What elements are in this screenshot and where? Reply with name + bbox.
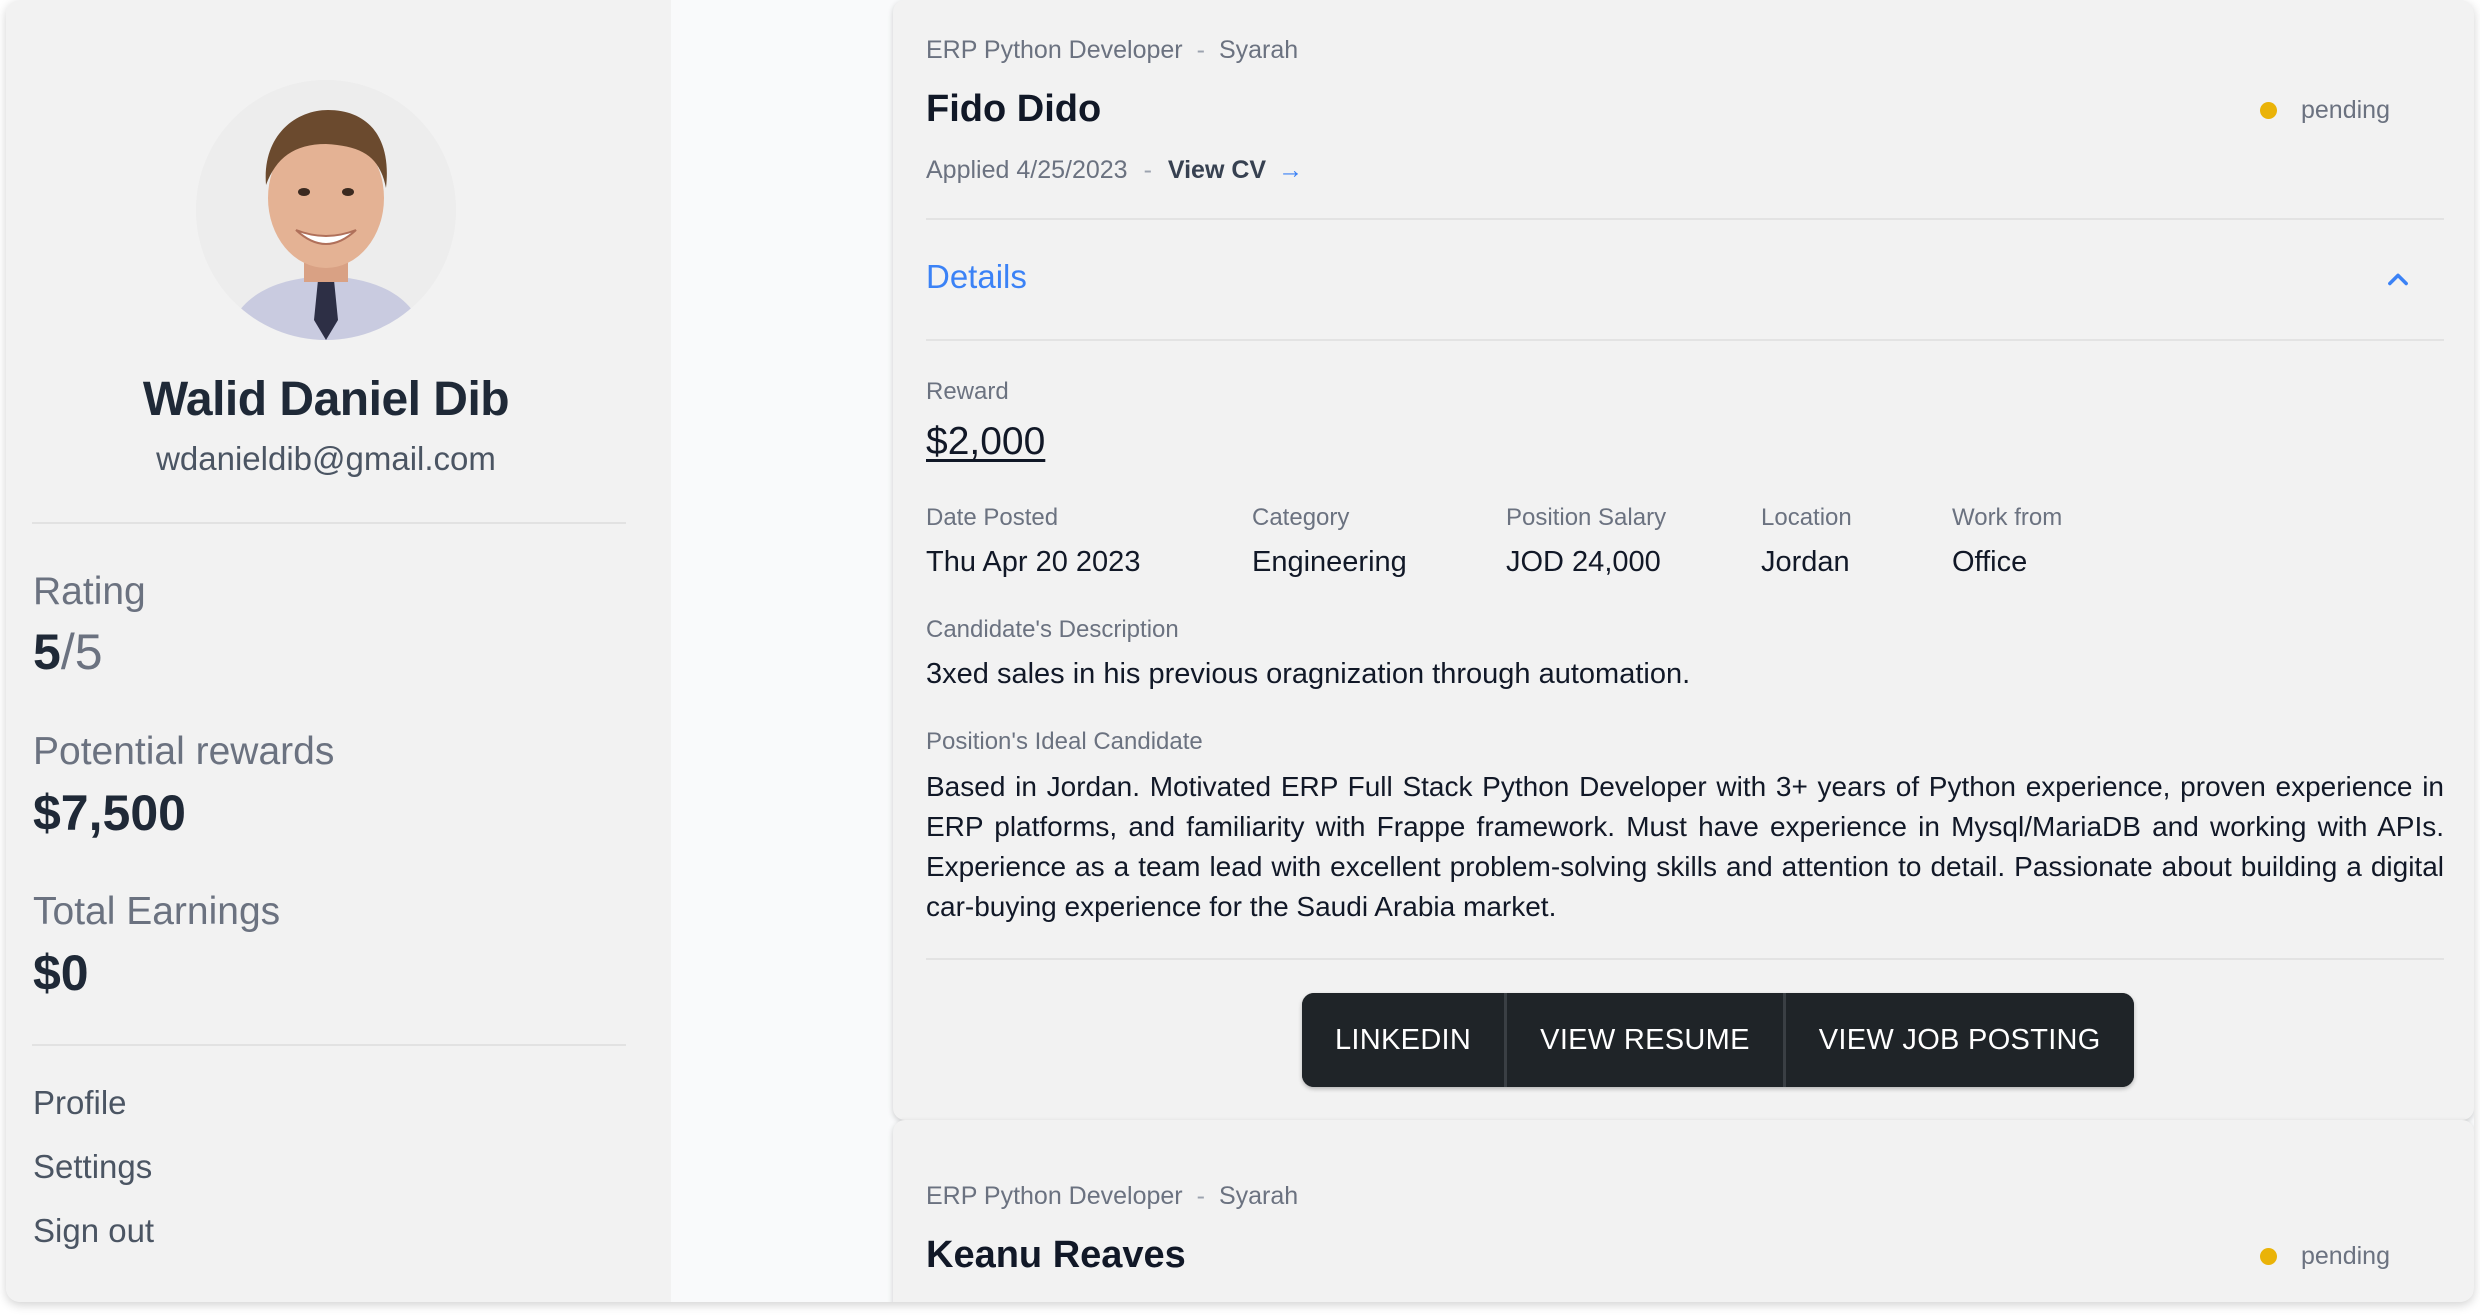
profile-sidebar: Walid Daniel Dib wdanieldib@gmail.com Ra… (6, 0, 671, 1302)
work-from-label: Work from (1952, 504, 2063, 531)
rewards-label: Potential rewards (33, 730, 335, 773)
divider (926, 218, 2444, 220)
separator: - (1143, 156, 1152, 184)
date-posted-value: Thu Apr 20 2023 (926, 546, 1141, 578)
sign-out-link[interactable]: Sign out (33, 1212, 154, 1250)
applied-date: Applied 4/25/2023 (926, 156, 1128, 184)
category-label: Category (1252, 504, 1350, 531)
candidate-name: Fido Dido (926, 88, 1102, 130)
divider (926, 339, 2444, 341)
chevron-up-icon[interactable] (2384, 266, 2412, 294)
rating-value: 5/5 (33, 623, 103, 681)
company-name: Syarah (1218, 1182, 1299, 1210)
rating-label: Rating (33, 570, 146, 613)
candidate-description-label: Candidate's Description (926, 616, 1179, 643)
status-dot-icon (2260, 1248, 2277, 1265)
candidate-description: 3xed sales in his previous oragnization … (926, 658, 1691, 690)
job-meta: ERP Python Developer - Syarah (926, 36, 1298, 65)
ideal-candidate-label: Position's Ideal Candidate (926, 728, 1203, 755)
job-meta: ERP Python Developer - Syarah (926, 1182, 1298, 1211)
work-from-value: Office (1952, 546, 2028, 578)
status-text: pending (2301, 96, 2390, 124)
category-value: Engineering (1252, 546, 1407, 578)
divider (32, 1044, 626, 1046)
view-resume-button[interactable]: VIEW RESUME (1504, 993, 1783, 1087)
application-card: ERP Python Developer - Syarah Keanu Reaves… (893, 1120, 2474, 1302)
separator: - (1196, 36, 1205, 64)
reward-value: $2,000 (926, 420, 1046, 463)
status-badge: pending (2260, 96, 2390, 125)
status-dot-icon (2260, 102, 2277, 119)
rating-max: /5 (60, 624, 103, 680)
job-title: ERP Python Developer (926, 1182, 1183, 1210)
job-title: ERP Python Developer (926, 36, 1183, 64)
arrow-right-icon: → (1278, 156, 1304, 184)
reward-label: Reward (926, 378, 1009, 405)
profile-email: wdanieldib@gmail.com (156, 440, 496, 477)
divider (32, 522, 626, 524)
application-card: ERP Python Developer - Syarah Fido Dido pe… (893, 0, 2474, 1120)
profile-name: Walid Daniel Dib (142, 373, 510, 426)
separator: - (1196, 1182, 1205, 1210)
date-posted-label: Date Posted (926, 504, 1059, 531)
earnings-value: $0 (33, 945, 89, 1001)
settings-link[interactable]: Settings (33, 1148, 152, 1186)
view-cv-label: View CV (1167, 156, 1267, 184)
ideal-candidate-text: Based in Jordan. Motivated ERP Full Stac… (926, 771, 2444, 922)
view-job-posting-button[interactable]: VIEW JOB POSTING (1782, 993, 2134, 1087)
profile-link[interactable]: Profile (33, 1084, 127, 1122)
status-text: pending (2301, 1242, 2390, 1270)
rating-score: 5 (33, 624, 61, 680)
earnings-label: Total Earnings (33, 890, 281, 933)
position-salary-value: JOD 24,000 (1506, 546, 1661, 578)
applied-row: Applied 4/25/2023 - View CV → (926, 156, 1303, 185)
view-cv-link[interactable]: View CV → (1168, 156, 1303, 185)
location-value: Jordan (1761, 546, 1850, 578)
divider (926, 958, 2444, 960)
avatar (196, 80, 456, 340)
avatar-image (196, 80, 456, 340)
linkedin-button[interactable]: LINKEDIN (1302, 993, 1505, 1087)
status-badge: pending (2260, 1242, 2390, 1271)
position-salary-label: Position Salary (1506, 504, 1667, 531)
location-label: Location (1761, 504, 1852, 531)
company-name: Syarah (1218, 36, 1299, 64)
details-toggle[interactable]: Details (926, 258, 1027, 296)
candidate-name: Keanu Reaves (926, 1234, 1186, 1276)
rewards-value: $7,500 (33, 785, 186, 841)
action-button-group: LINKEDIN VIEW RESUME VIEW JOB POSTING (1302, 993, 2134, 1087)
app-window: Walid Daniel Dib wdanieldib@gmail.com Ra… (6, 0, 2474, 1302)
